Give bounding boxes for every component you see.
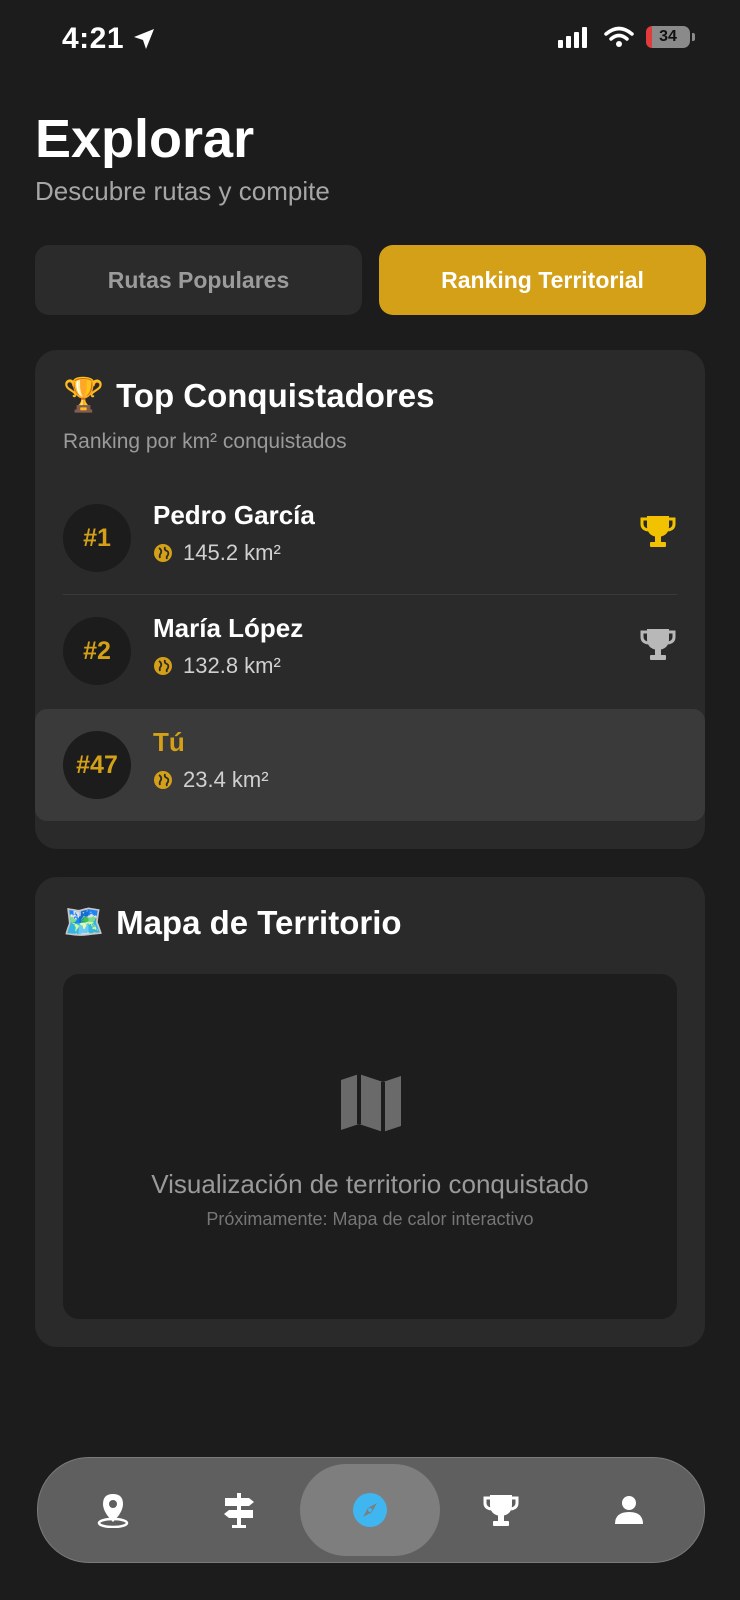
- ranking-card-title: 🏆 Top Conquistadores: [63, 376, 435, 414]
- territory-map-card: 🗺️ Mapa de Territorio Visualización de t…: [35, 877, 705, 1347]
- compass-icon: [353, 1493, 387, 1527]
- signal-icon: [558, 27, 587, 48]
- ranking-row-current-user[interactable]: #47 Tú 23.4 km²: [35, 709, 705, 821]
- user-icon: [615, 1496, 643, 1524]
- page-subtitle: Descubre rutas y compite: [35, 176, 330, 206]
- map-pin-icon: [97, 1494, 129, 1528]
- rank-badge: #1: [63, 504, 131, 572]
- nav-routes[interactable]: [174, 1458, 304, 1562]
- nav-explore[interactable]: [300, 1464, 440, 1556]
- map-icon: [341, 1074, 401, 1132]
- rank-badge: #47: [63, 731, 131, 799]
- signpost-icon: [224, 1493, 254, 1528]
- tab-rutas-populares[interactable]: Rutas Populares: [35, 245, 362, 315]
- player-name: María López: [153, 613, 304, 643]
- silver-trophy-icon: [640, 629, 676, 660]
- location-arrow-icon: [134, 29, 155, 49]
- rank-badge: #2: [63, 617, 131, 685]
- status-time: 4:21: [62, 22, 156, 56]
- ranking-card-subtitle: Ranking por km² conquistados: [63, 430, 347, 453]
- nav-ranking[interactable]: [436, 1458, 566, 1562]
- map-placeholder-title: Visualización de territorio conquistado: [151, 1169, 589, 1199]
- trophy-emoji-icon: 🏆: [63, 376, 105, 413]
- globe-icon: [154, 657, 172, 675]
- player-area: 145.2 km²: [153, 540, 281, 566]
- nav-profile[interactable]: [564, 1458, 694, 1562]
- player-name: Tú: [153, 727, 185, 757]
- bottom-nav: [37, 1457, 705, 1563]
- page-title: Explorar: [35, 109, 255, 169]
- ranking-card: 🏆 Top Conquistadores Ranking por km² con…: [35, 350, 705, 849]
- globe-icon: [154, 544, 172, 562]
- wifi-icon: [604, 26, 634, 47]
- gold-trophy-icon: [640, 516, 676, 547]
- trophy-icon: [483, 1495, 519, 1526]
- status-icons: 34: [558, 26, 695, 48]
- ranking-row[interactable]: #1 Pedro García 145.2 km²: [35, 482, 705, 594]
- nav-map-pin[interactable]: [48, 1458, 178, 1562]
- globe-icon: [154, 771, 172, 789]
- world-map-emoji-icon: 🗺️: [63, 903, 105, 940]
- tab-ranking-territorial[interactable]: Ranking Territorial: [379, 245, 706, 315]
- territory-map-placeholder[interactable]: Visualización de territorio conquistado …: [63, 974, 677, 1319]
- battery-icon: 34: [646, 26, 695, 48]
- player-name: Pedro García: [153, 500, 315, 530]
- map-placeholder-subtitle: Próximamente: Mapa de calor interactivo: [206, 1209, 534, 1229]
- ranking-row[interactable]: #2 María López 132.8 km²: [35, 595, 705, 707]
- player-area: 23.4 km²: [153, 767, 269, 793]
- map-card-title: 🗺️ Mapa de Territorio: [63, 903, 402, 941]
- player-area: 132.8 km²: [153, 653, 281, 679]
